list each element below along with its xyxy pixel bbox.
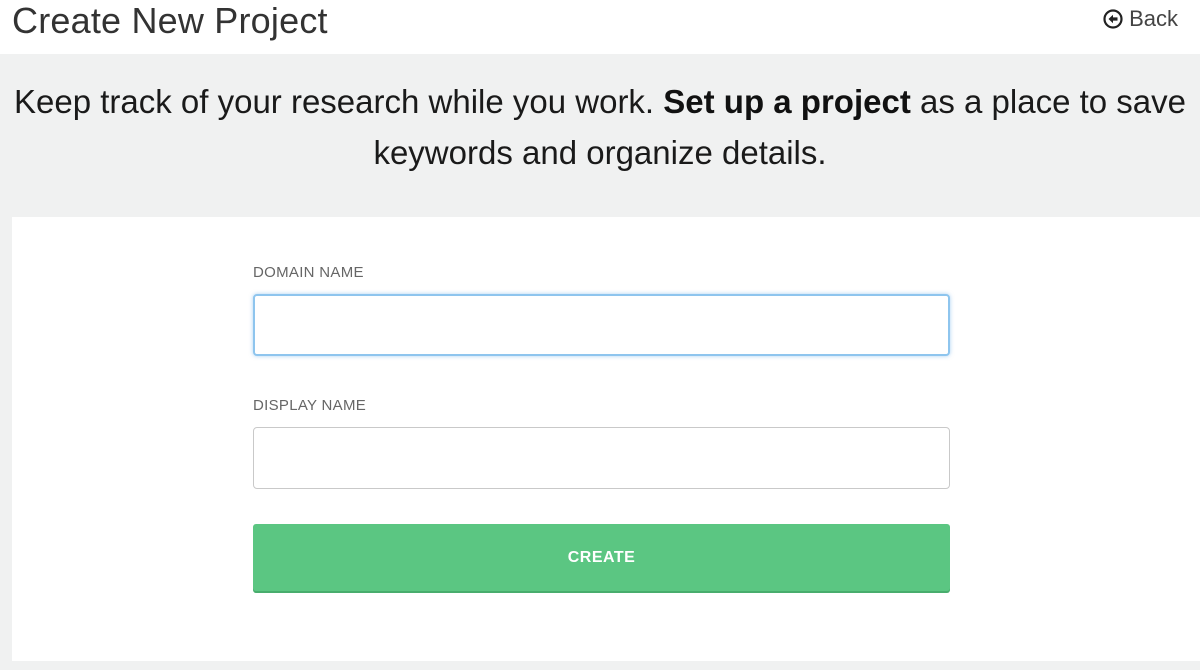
intro-text-bold: Set up a project [663, 83, 911, 120]
domain-name-input[interactable] [253, 294, 950, 356]
create-button[interactable]: CREATE [253, 524, 950, 591]
back-link[interactable]: Back [1103, 6, 1178, 32]
circle-arrow-left-icon [1103, 9, 1123, 29]
project-form-card: DOMAIN NAME DISPLAY NAME CREATE [12, 217, 1200, 661]
intro-text: Keep track of your research while you wo… [0, 76, 1200, 178]
back-label: Back [1129, 6, 1178, 31]
domain-name-label: DOMAIN NAME [253, 264, 364, 281]
intro-text-before: Keep track of your research while you wo… [13, 83, 655, 120]
top-bar: Create New Project Back [0, 0, 1200, 54]
display-name-label: DISPLAY NAME [253, 397, 367, 414]
display-name-input[interactable] [253, 427, 950, 489]
page-title: Create New Project [12, 0, 328, 41]
